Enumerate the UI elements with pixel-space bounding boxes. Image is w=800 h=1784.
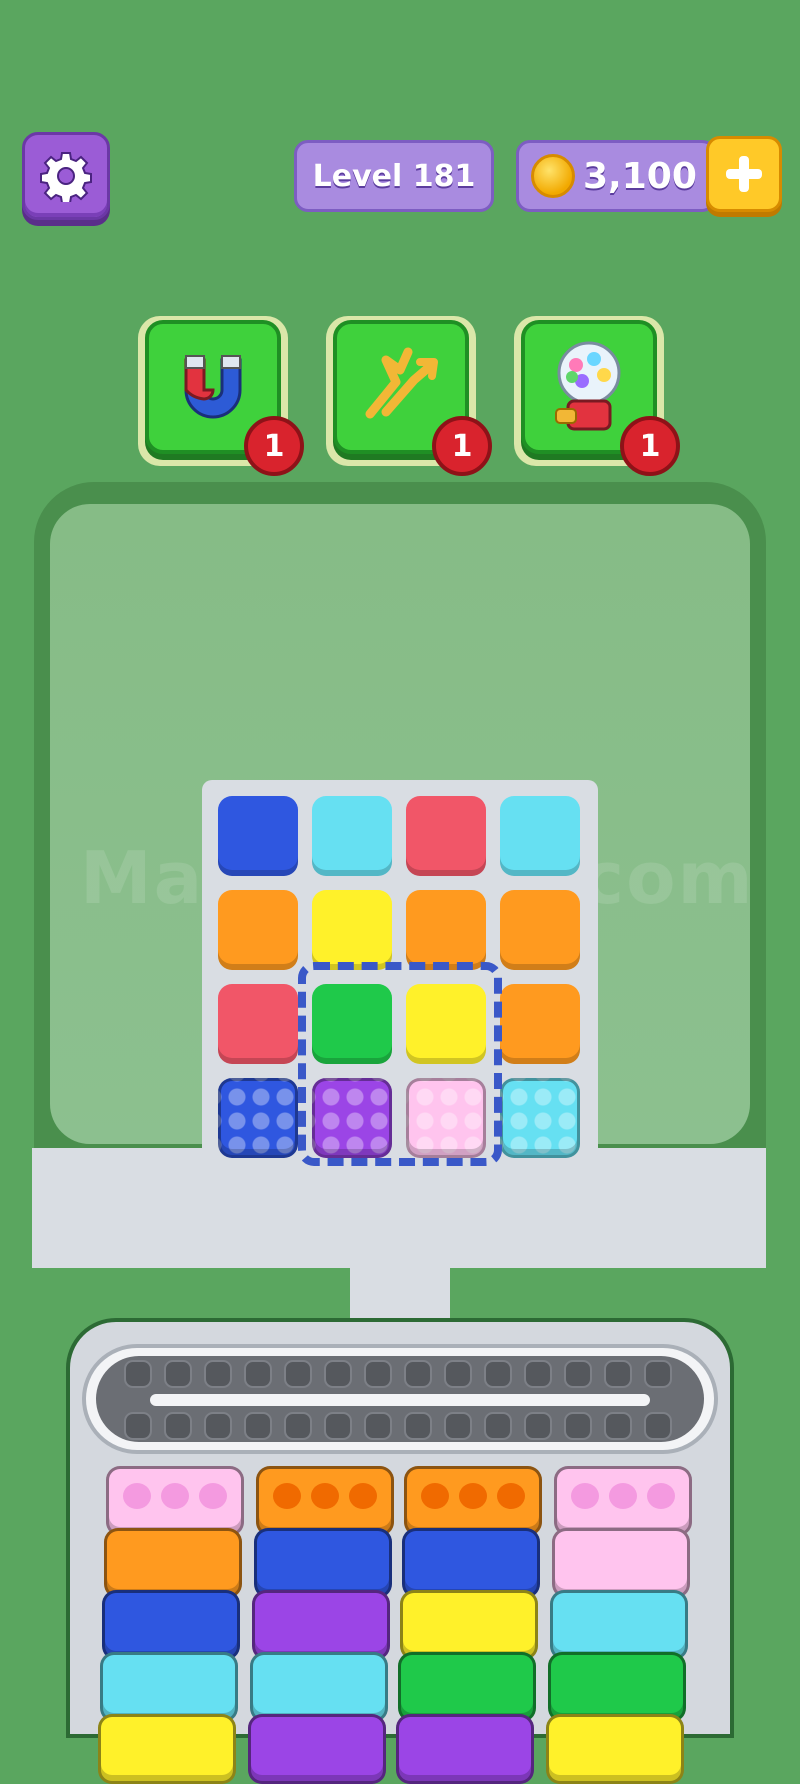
block-tile-orange[interactable] — [406, 890, 486, 970]
conveyor-slot — [524, 1412, 552, 1440]
marble-hole — [647, 1483, 675, 1509]
marble-hole — [273, 1483, 301, 1509]
block-tile-cyan[interactable] — [500, 1078, 580, 1158]
gear-icon — [40, 152, 92, 202]
conveyor-slot — [444, 1412, 472, 1440]
column-block-orange[interactable] — [256, 1466, 394, 1536]
block-tile-cyan[interactable] — [312, 796, 392, 876]
column-block-blue — [402, 1528, 540, 1598]
column-block-orange — [104, 1528, 242, 1598]
column-block-pink — [552, 1528, 690, 1598]
column-block-purple — [248, 1714, 386, 1784]
block-tile-red[interactable] — [406, 796, 486, 876]
column-block-cyan — [550, 1590, 688, 1660]
block-tile-blue[interactable] — [218, 796, 298, 876]
conveyor-slot — [364, 1412, 392, 1440]
booster-count-badge: 1 — [620, 416, 680, 476]
conveyor-slot — [124, 1360, 152, 1388]
conveyor-slot — [404, 1360, 432, 1388]
conveyor-slot — [284, 1412, 312, 1440]
conveyor-slot — [404, 1412, 432, 1440]
conveyor-slot — [644, 1412, 672, 1440]
column-block-cyan — [250, 1652, 388, 1722]
coin-counter: 3,100 — [516, 140, 716, 212]
column-block-green — [398, 1652, 536, 1722]
column-block-pink[interactable] — [106, 1466, 244, 1536]
booster-count: 1 — [639, 428, 661, 464]
booster-count-badge: 1 — [244, 416, 304, 476]
block-tile-orange[interactable] — [500, 984, 580, 1064]
block-tile-orange[interactable] — [218, 890, 298, 970]
conveyor-slot — [604, 1360, 632, 1388]
conveyor-slot — [244, 1412, 272, 1440]
add-coins-button[interactable] — [706, 136, 782, 212]
marble-hole — [497, 1483, 525, 1509]
striped-container-frame[interactable] — [298, 962, 502, 1166]
marble-hole — [199, 1483, 227, 1509]
shuffle-icon — [365, 347, 438, 419]
funnel — [32, 1148, 766, 1268]
conveyor-slot — [484, 1360, 512, 1388]
coin-amount: 3,100 — [583, 155, 697, 197]
conveyor-slot — [284, 1360, 312, 1388]
column-block-purple — [396, 1714, 534, 1784]
column-block-purple — [252, 1590, 390, 1660]
marble-hole — [421, 1483, 449, 1509]
block-tile-red[interactable] — [218, 984, 298, 1064]
marble-hole — [123, 1483, 151, 1509]
magnet-icon — [184, 355, 242, 419]
block-tile-cyan[interactable] — [500, 796, 580, 876]
marble-hole — [571, 1483, 599, 1509]
block-tile-orange[interactable] — [500, 890, 580, 970]
conveyor-slot — [324, 1360, 352, 1388]
booster-count: 1 — [451, 428, 473, 464]
column-block-yellow — [98, 1714, 236, 1784]
plus-icon — [726, 156, 762, 192]
conveyor-slot — [244, 1360, 272, 1388]
column-block-orange[interactable] — [404, 1466, 542, 1536]
column-block-blue — [102, 1590, 240, 1660]
column-block-yellow — [546, 1714, 684, 1784]
settings-button[interactable] — [22, 132, 110, 220]
conveyor-slot — [324, 1412, 352, 1440]
level-indicator: Level 181 — [294, 140, 494, 212]
column-block-green — [548, 1652, 686, 1722]
block-tile-yellow[interactable] — [312, 890, 392, 970]
conveyor-slot — [204, 1360, 232, 1388]
marble-hole — [459, 1483, 487, 1509]
gumball-machine-icon — [555, 341, 621, 431]
conveyor-slot — [524, 1360, 552, 1388]
marble-hole — [311, 1483, 339, 1509]
conveyor-slot — [644, 1360, 672, 1388]
conveyor-slot — [444, 1360, 472, 1388]
conveyor-slot — [564, 1360, 592, 1388]
booster-count: 1 — [263, 428, 285, 464]
level-label: Level 181 — [312, 158, 476, 194]
column-block-yellow — [400, 1590, 538, 1660]
conveyor-slot — [364, 1360, 392, 1388]
conveyor-slot — [204, 1412, 232, 1440]
booster-count-badge: 1 — [432, 416, 492, 476]
conveyor-slot — [564, 1412, 592, 1440]
coin-icon — [531, 154, 575, 198]
conveyor-slot — [164, 1360, 192, 1388]
column-block-blue — [254, 1528, 392, 1598]
marble-hole — [609, 1483, 637, 1509]
conveyor-divider — [150, 1394, 650, 1406]
conveyor-slot — [484, 1412, 512, 1440]
column-block-cyan — [100, 1652, 238, 1722]
conveyor-slot — [604, 1412, 632, 1440]
conveyor-slot — [164, 1412, 192, 1440]
column-block-pink[interactable] — [554, 1466, 692, 1536]
conveyor-slot — [124, 1412, 152, 1440]
block-tile-blue[interactable] — [218, 1078, 298, 1158]
marble-hole — [161, 1483, 189, 1509]
marble-hole — [349, 1483, 377, 1509]
